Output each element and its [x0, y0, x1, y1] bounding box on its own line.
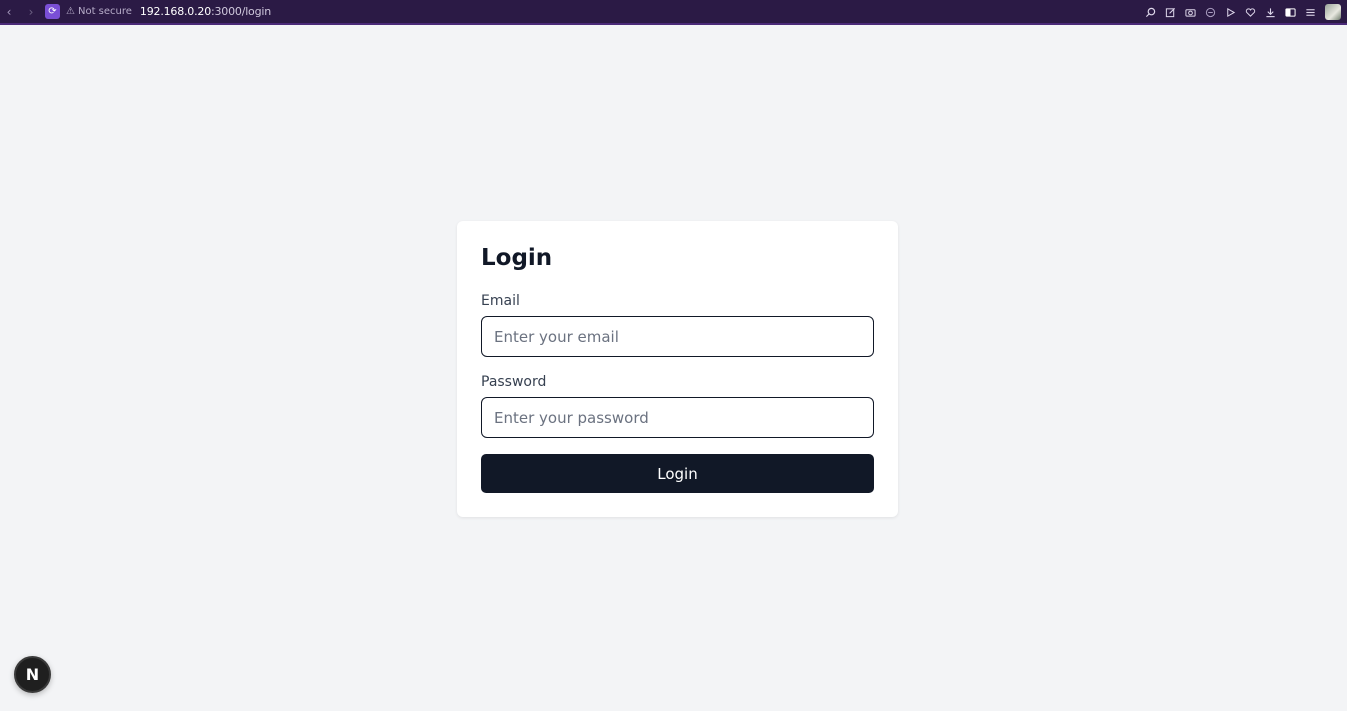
reload-icon[interactable]: ⟳ — [45, 4, 60, 19]
play-icon[interactable] — [1223, 5, 1237, 19]
login-card: Login Email Password Login — [457, 221, 898, 517]
block-icon[interactable] — [1203, 5, 1217, 19]
toolbar-icons — [1143, 0, 1341, 24]
security-indicator[interactable]: ⚠ Not secure — [66, 6, 132, 17]
password-input[interactable] — [481, 397, 874, 438]
security-text: Not secure — [77, 6, 132, 17]
sidebar-icon[interactable] — [1283, 5, 1297, 19]
url-path: :3000/login — [211, 5, 272, 18]
download-icon[interactable] — [1263, 5, 1277, 19]
email-label: Email — [481, 293, 520, 309]
zoom-icon[interactable] — [1143, 5, 1157, 19]
nextjs-dev-badge[interactable]: N — [14, 656, 51, 693]
camera-icon[interactable] — [1183, 5, 1197, 19]
login-button[interactable]: Login — [481, 454, 874, 493]
login-title: Login — [481, 245, 553, 271]
nextjs-logo-icon: N — [25, 665, 40, 684]
email-input[interactable] — [481, 316, 874, 357]
password-label: Password — [481, 374, 547, 390]
profile-avatar[interactable] — [1325, 4, 1341, 20]
forward-icon[interactable]: › — [22, 3, 40, 21]
edit-icon[interactable] — [1163, 5, 1177, 19]
menu-icon[interactable] — [1303, 5, 1317, 19]
address-bar[interactable]: 192.168.0.20:3000/login — [140, 5, 271, 18]
heart-icon[interactable] — [1243, 5, 1257, 19]
warning-icon: ⚠ — [66, 6, 75, 17]
browser-toolbar: ‹ › ⟳ ⚠ Not secure 192.168.0.20:3000/log… — [0, 0, 1347, 25]
url-host: 192.168.0.20 — [139, 5, 211, 18]
back-icon[interactable]: ‹ — [0, 3, 18, 21]
